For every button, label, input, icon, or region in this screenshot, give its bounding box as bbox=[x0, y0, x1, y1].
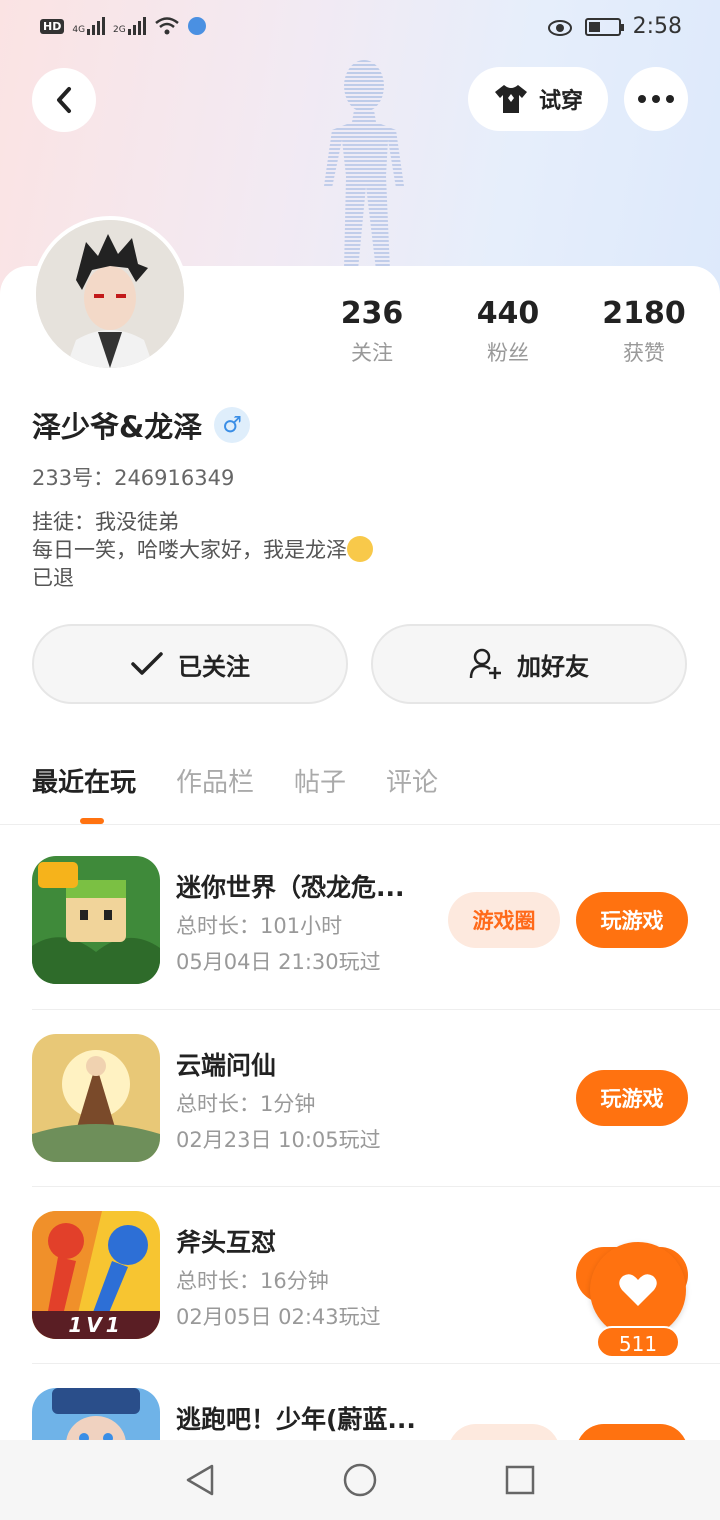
circle-home-icon bbox=[343, 1463, 377, 1497]
tab-comments[interactable]: 评论 bbox=[386, 762, 438, 799]
tshirt-icon bbox=[494, 85, 527, 113]
game-last-played: 02月05日 02:43玩过 bbox=[176, 1305, 381, 1329]
try-on-button[interactable]: 试穿 bbox=[468, 67, 608, 131]
wifi-icon bbox=[154, 17, 179, 35]
more-dots-icon bbox=[638, 95, 674, 103]
stat-likes[interactable]: 2180 获赞 bbox=[584, 296, 704, 367]
chevron-left-icon bbox=[57, 87, 71, 113]
status-right: 2:58 bbox=[547, 14, 682, 39]
nav-home-button[interactable] bbox=[340, 1460, 380, 1500]
try-on-label: 试穿 bbox=[538, 89, 583, 114]
triangle-back-icon bbox=[186, 1464, 214, 1496]
game-circle-button[interactable]: 游戏圈 bbox=[448, 892, 560, 948]
browser-icon bbox=[187, 17, 206, 35]
eye-icon bbox=[547, 19, 572, 36]
game-icon-mini-world bbox=[32, 856, 160, 984]
game-circle-button[interactable] bbox=[448, 1424, 560, 1440]
signal-bars-icon bbox=[127, 17, 146, 35]
game-row[interactable]: 逃跑吧！少年(蔚蓝... bbox=[32, 1388, 720, 1440]
row-divider bbox=[32, 1363, 720, 1364]
game-icon-axe-battle: 1V1 bbox=[32, 1211, 160, 1339]
status-time: 2:58 bbox=[632, 14, 682, 39]
likes-count: 2180 bbox=[602, 296, 686, 331]
tab-works[interactable]: 作品栏 bbox=[176, 762, 254, 799]
game-row[interactable]: 迷你世界（恐龙危... 总时长：101小时 05月04日 21:30玩过 游戏圈… bbox=[32, 856, 720, 986]
game-last-played: 02月23日 10:05玩过 bbox=[176, 1128, 381, 1152]
game-duration: 总时长：101小时 bbox=[176, 914, 343, 938]
heart-icon bbox=[619, 1274, 657, 1306]
profile-tabs: 最近在玩 作品栏 帖子 评论 bbox=[32, 762, 438, 799]
stat-following[interactable]: 236 关注 bbox=[312, 296, 432, 367]
square-recents-icon bbox=[505, 1465, 535, 1495]
user-bio: 挂徒：我没徒弟 每日一笑，哈喽大家好，我是龙泽 已退 bbox=[32, 508, 373, 592]
more-options-button[interactable] bbox=[624, 67, 688, 131]
game-duration: 总时长：16分钟 bbox=[176, 1269, 329, 1293]
bio-line: 挂徒：我没徒弟 bbox=[32, 510, 179, 534]
followers-count: 440 bbox=[476, 296, 540, 331]
game-icon-label: 1V1 bbox=[68, 1313, 124, 1337]
play-game-button[interactable] bbox=[576, 1424, 688, 1440]
kiss-emoji-icon bbox=[347, 536, 373, 562]
bio-line: 已退 bbox=[32, 566, 74, 590]
battery-icon bbox=[584, 17, 624, 36]
play-game-button[interactable]: 玩游戏 bbox=[576, 892, 688, 948]
nav-back-button[interactable] bbox=[180, 1460, 220, 1500]
back-button[interactable] bbox=[32, 68, 96, 132]
username-row: 泽少爷&龙泽 ♂ bbox=[32, 404, 251, 446]
avatar-portrait-image bbox=[36, 220, 184, 368]
network-2g-label: 2G bbox=[113, 25, 126, 35]
signal-2g: 2G bbox=[113, 17, 146, 35]
tab-recent-played[interactable]: 最近在玩 bbox=[32, 762, 136, 799]
status-bar: HD 4G 2G 2:58 bbox=[0, 0, 720, 56]
game-name: 斧头互怼 bbox=[176, 1228, 277, 1257]
like-count-badge: 511 bbox=[596, 1326, 680, 1358]
followers-label: 粉丝 bbox=[487, 341, 529, 365]
like-floating-button[interactable] bbox=[590, 1242, 686, 1338]
signal-4g: 4G bbox=[72, 17, 106, 35]
game-name: 云端问仙 bbox=[176, 1051, 277, 1080]
row-divider bbox=[32, 1186, 720, 1187]
game-icon-escape-boy bbox=[32, 1388, 160, 1440]
add-friend-button[interactable]: 加好友 bbox=[371, 624, 687, 704]
game-icon-cloud-immortal bbox=[32, 1034, 160, 1162]
status-left: HD 4G 2G bbox=[40, 16, 206, 36]
user-id: 233号：246916349 bbox=[32, 466, 235, 490]
system-navigation-bar bbox=[0, 1440, 720, 1520]
game-last-played: 05月04日 21:30玩过 bbox=[176, 950, 381, 974]
signal-bars-icon bbox=[87, 17, 106, 35]
likes-label: 获赞 bbox=[623, 341, 665, 365]
following-button[interactable]: 已关注 bbox=[32, 624, 348, 704]
nav-recents-button[interactable] bbox=[500, 1460, 540, 1500]
username: 泽少爷&龙泽 bbox=[32, 410, 203, 444]
add-friend-label: 加好友 bbox=[517, 652, 589, 681]
game-name: 逃跑吧！少年(蔚蓝... bbox=[176, 1405, 416, 1434]
play-game-button[interactable]: 玩游戏 bbox=[576, 1070, 688, 1126]
hd-badge: HD bbox=[40, 18, 65, 34]
tab-divider bbox=[0, 824, 720, 825]
following-label: 已关注 bbox=[178, 652, 250, 681]
network-4g-label: 4G bbox=[72, 25, 86, 35]
add-user-icon bbox=[469, 648, 501, 679]
avatar-figure-hologram bbox=[324, 60, 404, 270]
following-label: 关注 bbox=[351, 341, 393, 365]
bio-line-with-emoji: 每日一笑，哈喽大家好，我是龙泽 bbox=[32, 536, 373, 564]
checkmark-icon bbox=[131, 652, 163, 675]
game-row[interactable]: 云端问仙 总时长：1分钟 02月23日 10:05玩过 玩游戏 bbox=[32, 1034, 720, 1164]
user-avatar[interactable] bbox=[32, 216, 188, 372]
following-count: 236 bbox=[340, 296, 404, 331]
male-gender-icon: ♂ bbox=[214, 407, 251, 443]
game-name: 迷你世界（恐龙危... bbox=[176, 873, 405, 902]
bio-line: 每日一笑，哈喽大家好，我是龙泽 bbox=[32, 538, 347, 562]
tab-posts[interactable]: 帖子 bbox=[294, 762, 346, 799]
stat-followers[interactable]: 440 粉丝 bbox=[448, 296, 568, 367]
game-duration: 总时长：1分钟 bbox=[176, 1092, 316, 1116]
row-divider bbox=[32, 1009, 720, 1010]
